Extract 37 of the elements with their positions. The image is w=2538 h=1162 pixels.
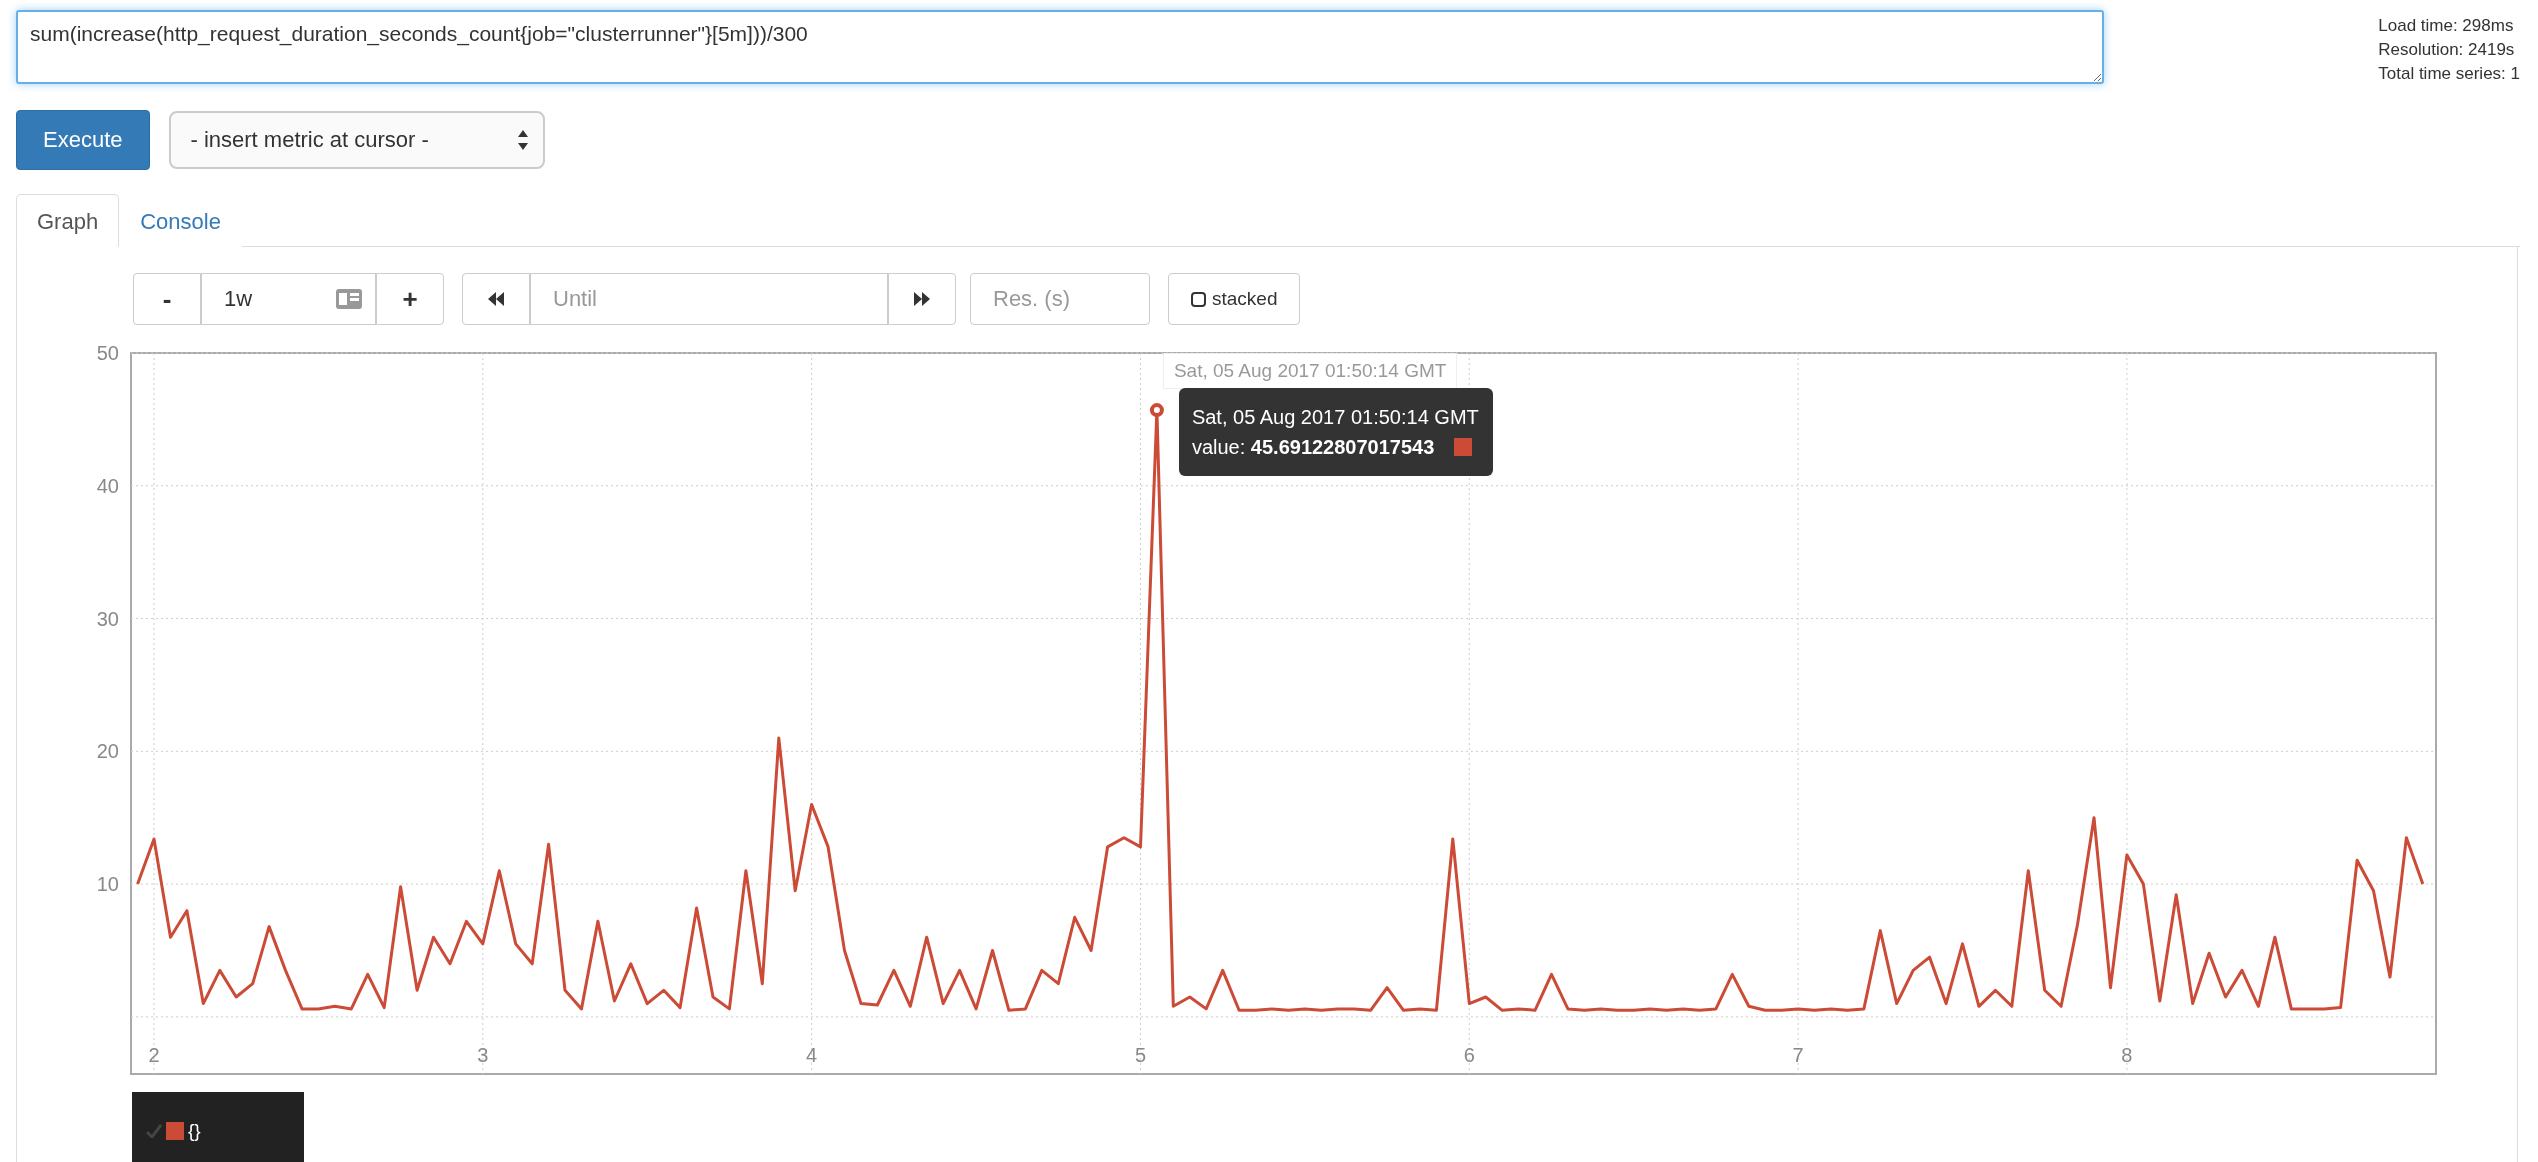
range-field[interactable]: 1w — [201, 273, 376, 325]
check-icon[interactable] — [146, 1124, 162, 1138]
query-field[interactable]: sum(increase(http_request_duration_seconds_count{job="clusterrunner"}[5m]))/300 — [16, 10, 2104, 84]
shrink-range-button[interactable]: - — [133, 273, 201, 325]
series-swatch — [166, 1122, 184, 1140]
legend-label[interactable]: {} — [188, 1120, 201, 1142]
x-axis-label: 8 — [2121, 1044, 2133, 1066]
stat-text: Total time series: 1 — [2378, 64, 2520, 84]
end-time-field[interactable]: Until — [530, 273, 888, 325]
x-axis-label: 2 — [148, 1044, 160, 1066]
x-axis-label: 5 — [1134, 1044, 1147, 1066]
hover-time-label: Sat, 05 Aug 2017 01:50:14 GMT — [1162, 353, 1458, 389]
tooltip-time: Sat, 05 Aug 2017 01:50:14 GMT — [1191, 405, 1479, 431]
stat-text: Load time: 298ms — [2378, 16, 2515, 36]
y-axis-label: 40 — [96, 474, 119, 497]
x-axis-label: 4 — [806, 1044, 818, 1066]
x-axis-label: 3 — [477, 1044, 489, 1066]
metric-select[interactable]: - insert metric at cursor - — [168, 111, 545, 169]
y-axis-label: 30 — [96, 607, 119, 630]
hover-point — [1149, 403, 1164, 418]
y-axis-label: 20 — [96, 740, 119, 763]
x-axis-label: 6 — [1463, 1044, 1475, 1066]
resolution-field[interactable]: Res. (s) — [970, 273, 1150, 325]
stat-text: Resolution: 2419s — [2378, 40, 2516, 60]
y-axis-label: 10 — [96, 873, 119, 896]
fast-forward-icon — [913, 292, 931, 306]
forward-button[interactable] — [888, 273, 956, 325]
tab[interactable]: Graph — [16, 194, 120, 247]
x-axis-label: 7 — [1792, 1044, 1804, 1066]
y-axis-label: 50 — [96, 345, 119, 364]
rewind-icon — [487, 292, 505, 306]
stacked-toggle[interactable]: stacked — [1168, 273, 1301, 325]
up-down-caret-icon — [516, 129, 529, 151]
back-button[interactable] — [462, 273, 530, 325]
execute-button[interactable]: Execute — [16, 110, 150, 170]
grow-range-button[interactable]: + — [376, 273, 444, 325]
tooltip-value: value: 45.69122807017543 — [1191, 435, 1435, 461]
